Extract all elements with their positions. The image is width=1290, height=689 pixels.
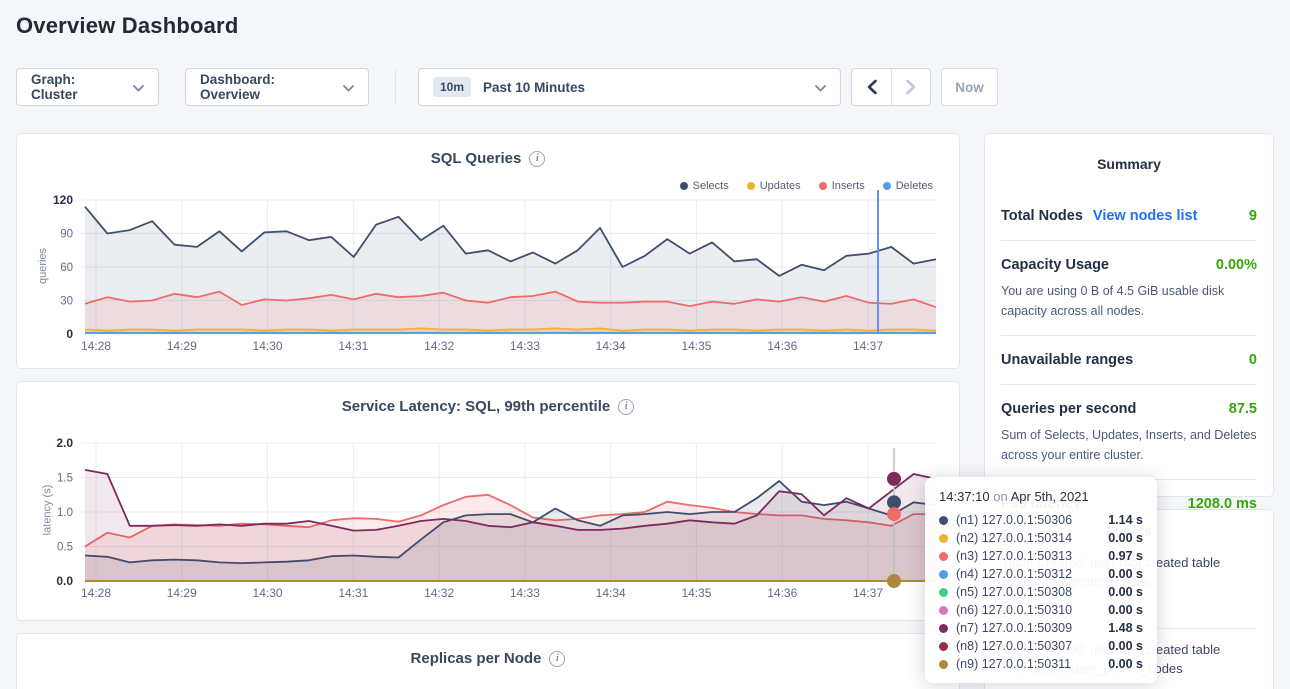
svg-text:14:33: 14:33 [510, 586, 540, 600]
info-icon[interactable]: i [549, 651, 565, 667]
capacity-usage-desc: You are using 0 B of 4.5 GiB usable disk… [1001, 281, 1257, 321]
tooltip-timestamp: 14:37:10 on Apr 5th, 2021 [939, 489, 1143, 504]
svg-text:14:29: 14:29 [167, 586, 197, 600]
svg-text:14:35: 14:35 [681, 339, 711, 353]
tooltip-row: (n8) 127.0.0.1:503070.00 s [939, 637, 1143, 655]
chevron-down-icon [815, 80, 826, 95]
tooltip-row: (n6) 127.0.0.1:503100.00 s [939, 601, 1143, 619]
svg-text:30: 30 [60, 296, 73, 308]
svg-text:14:28: 14:28 [81, 586, 111, 600]
page-title: Overview Dashboard [16, 13, 238, 39]
svg-text:14:31: 14:31 [338, 586, 368, 600]
service-latency-chart-card: Service Latency: SQL, 99th percentile i … [16, 381, 960, 621]
qps-value: 87.5 [1229, 401, 1257, 417]
svg-text:14:37: 14:37 [853, 339, 883, 353]
time-range-badge: 10m [433, 77, 471, 97]
toolbar-divider [395, 70, 396, 104]
svg-text:90: 90 [60, 229, 73, 241]
next-time-button[interactable] [891, 69, 930, 105]
svg-text:14:34: 14:34 [596, 586, 626, 600]
total-nodes-label: Total Nodes [1001, 208, 1083, 224]
time-range-picker[interactable]: 10m Past 10 Minutes [418, 68, 841, 106]
time-range-label: Past 10 Minutes [483, 80, 585, 95]
svg-text:2.0: 2.0 [56, 436, 73, 450]
svg-text:1.5: 1.5 [57, 473, 73, 485]
graph-dropdown[interactable]: Graph: Cluster [16, 68, 159, 106]
svg-text:0.5: 0.5 [57, 542, 73, 554]
summary-panel: Summary Total Nodes View nodes list 9 Ca… [984, 133, 1274, 497]
dashboard-dropdown-label: Dashboard: Overview [200, 72, 331, 102]
tooltip-row: (n4) 127.0.0.1:503120.00 s [939, 565, 1143, 583]
svg-text:14:36: 14:36 [767, 586, 797, 600]
svg-text:14:37: 14:37 [853, 586, 883, 600]
svg-text:14:35: 14:35 [681, 586, 711, 600]
node-color-dot-icon [939, 624, 948, 633]
node-color-dot-icon [939, 588, 948, 597]
tooltip-row: (n9) 127.0.0.1:503110.00 s [939, 655, 1143, 673]
svg-text:14:30: 14:30 [253, 339, 283, 353]
capacity-usage-value: 0.00% [1216, 257, 1257, 273]
qps-label: Queries per second [1001, 401, 1136, 417]
node-color-dot-icon [939, 552, 948, 561]
svg-text:120: 120 [53, 193, 73, 207]
chevron-down-icon [343, 80, 354, 95]
capacity-usage-label: Capacity Usage [1001, 257, 1109, 273]
node-color-dot-icon [939, 570, 948, 579]
service-latency-chart[interactable]: 0.0 0.5 1.0 1.5 2.0 14:28 14:29 14:30 14:31 14:32… [17, 382, 961, 622]
unavailable-ranges-label: Unavailable ranges [1001, 352, 1133, 368]
svg-text:1.0: 1.0 [57, 507, 73, 519]
svg-text:0: 0 [66, 327, 73, 341]
sql-queries-chart[interactable]: 0 30 60 90 120 14:28 14:29 14:30 14:31 14:32 14:33… [17, 134, 961, 370]
svg-text:14:32: 14:32 [424, 586, 454, 600]
now-button[interactable]: Now [941, 68, 998, 106]
node-color-dot-icon [939, 660, 948, 669]
svg-text:14:29: 14:29 [167, 339, 197, 353]
replicas-chart-title: Replicas per Node [411, 650, 542, 667]
svg-text:14:32: 14:32 [424, 339, 454, 353]
prev-time-button[interactable] [852, 69, 891, 105]
node-color-dot-icon [939, 642, 948, 651]
node-color-dot-icon [939, 534, 948, 543]
overview-dashboard-page: Overview Dashboard Graph: Cluster Dashbo… [0, 0, 1290, 689]
graph-dropdown-label: Graph: Cluster [31, 72, 121, 102]
svg-text:14:36: 14:36 [767, 339, 797, 353]
svg-text:14:34: 14:34 [596, 339, 626, 353]
latency-hover-tooltip: 14:37:10 on Apr 5th, 2021 (n1) 127.0.0.1… [925, 477, 1157, 683]
view-nodes-list-link[interactable]: View nodes list [1093, 208, 1198, 224]
total-nodes-value: 9 [1249, 208, 1257, 224]
chevron-right-icon [905, 79, 917, 95]
tooltip-rows: (n1) 127.0.0.1:503061.14 s(n2) 127.0.0.1… [939, 511, 1143, 673]
unavailable-ranges-value: 0 [1249, 352, 1257, 368]
qps-desc: Sum of Selects, Updates, Inserts, and De… [1001, 425, 1257, 465]
svg-text:14:28: 14:28 [81, 339, 111, 353]
tooltip-row: (n3) 127.0.0.1:503130.97 s [939, 547, 1143, 565]
svg-text:0.0: 0.0 [56, 574, 73, 588]
time-nav-group [851, 68, 931, 106]
chevron-left-icon [866, 79, 878, 95]
tooltip-row: (n2) 127.0.0.1:503140.00 s [939, 529, 1143, 547]
svg-text:14:33: 14:33 [510, 339, 540, 353]
summary-title: Summary [1001, 156, 1257, 172]
sql-queries-chart-card: SQL Queries i SelectsUpdatesInsertsDelet… [16, 133, 960, 369]
svg-text:14:31: 14:31 [338, 339, 368, 353]
dashboard-dropdown[interactable]: Dashboard: Overview [185, 68, 369, 106]
tooltip-row: (n1) 127.0.0.1:503061.14 s [939, 511, 1143, 529]
svg-text:60: 60 [60, 262, 73, 274]
replicas-per-node-chart-card: Replicas per Node i [16, 633, 960, 689]
chevron-down-icon [133, 80, 144, 95]
node-color-dot-icon [939, 516, 948, 525]
tooltip-row: (n7) 127.0.0.1:503091.48 s [939, 619, 1143, 637]
node-color-dot-icon [939, 606, 948, 615]
svg-text:14:30: 14:30 [253, 586, 283, 600]
tooltip-row: (n5) 127.0.0.1:503080.00 s [939, 583, 1143, 601]
